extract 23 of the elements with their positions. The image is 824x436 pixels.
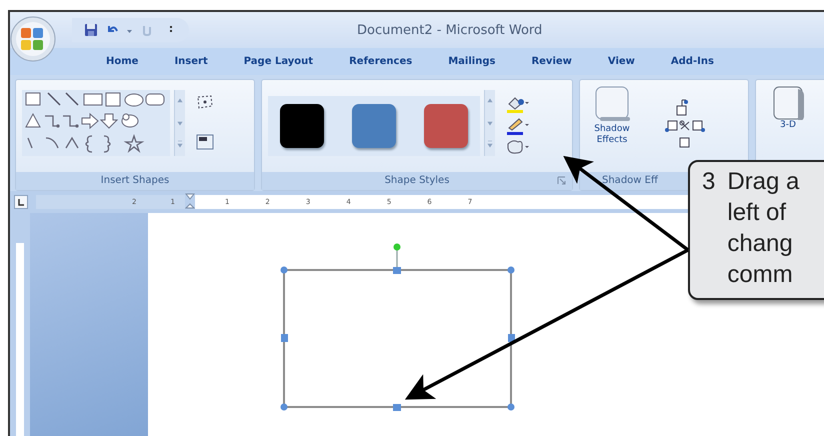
group-label: Insert Shapes [16, 172, 254, 190]
save-icon[interactable] [84, 23, 98, 37]
window-title: Document2 - Microsoft Word [357, 22, 542, 38]
ribbon-tab[interactable]: Home [88, 56, 156, 67]
shape-style-swatch[interactable] [352, 104, 396, 148]
shape-style-swatch[interactable] [280, 104, 324, 148]
ribbon-tab[interactable]: Review [513, 56, 590, 67]
text-box-icon[interactable] [195, 133, 215, 151]
shape-gallery[interactable] [22, 90, 170, 156]
ribbon-tab[interactable]: Mailings [430, 56, 514, 67]
ribbon-tab[interactable]: References [331, 56, 430, 67]
group-label: Shape Styles [262, 172, 572, 190]
shape-outline-icon[interactable] [505, 116, 531, 136]
shadow-effects-button[interactable]: Shadow Effects [586, 84, 638, 146]
indent-marker-icon[interactable] [184, 193, 195, 211]
tab-selector-icon[interactable] [14, 195, 28, 209]
ribbon-tab[interactable]: Insert [156, 56, 226, 67]
edit-shape-icon[interactable] [195, 93, 215, 111]
shape-style-swatch[interactable] [424, 104, 468, 148]
ribbon-tab[interactable]: Page Layout [226, 56, 332, 67]
ribbon-tab[interactable]: View [590, 56, 653, 67]
ribbon-tab[interactable]: Add-Ins [652, 56, 732, 67]
three-d-button[interactable]: 3-D [762, 84, 814, 131]
